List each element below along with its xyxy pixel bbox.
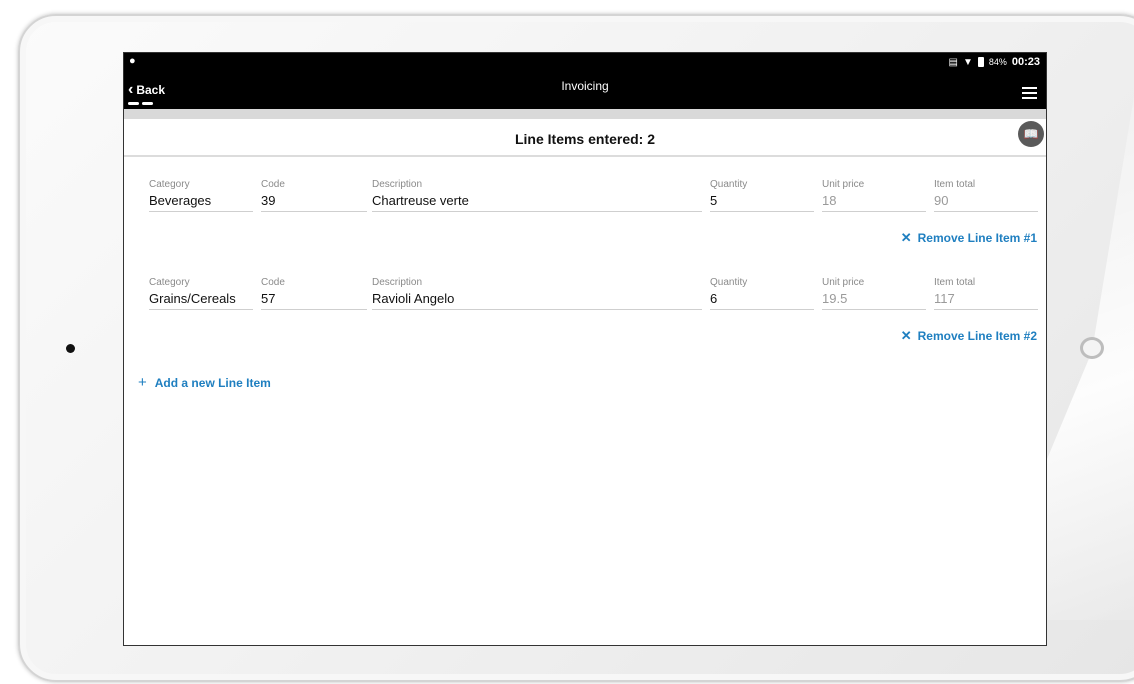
unit-price-field: Unit price 19.5 <box>822 276 926 310</box>
android-icon: ● <box>129 55 136 67</box>
line-items-count-title: Line Items entered: 2 <box>514 131 656 147</box>
close-icon: ✕ <box>900 328 912 343</box>
toolbar-divider <box>124 109 1046 119</box>
battery-icon <box>977 57 984 67</box>
app-bar: ‹ Back Invoicing <box>124 73 1046 109</box>
battery-percentage: 84% <box>988 57 1007 67</box>
book-icon[interactable]: 📖 <box>1018 121 1044 147</box>
camera-dot <box>66 344 75 353</box>
category-field[interactable]: Category Grains/Cereals <box>149 276 253 310</box>
description-field[interactable]: Description Chartreuse verte <box>372 178 702 212</box>
code-field[interactable]: Code 39 <box>261 178 367 212</box>
back-indicator <box>128 102 154 105</box>
plus-icon: + <box>138 374 147 391</box>
code-field[interactable]: Code 57 <box>261 276 367 310</box>
close-icon: ✕ <box>900 230 912 245</box>
item-total-field: Item total 117 <box>934 276 1038 310</box>
remove-line-item-1-button[interactable]: ✕ Remove Line Item #1 <box>901 230 1037 246</box>
line-item-2: Category Grains/Cereals Code 57 Descript… <box>124 276 1046 366</box>
line-item-1: Category Beverages Code 39 Description C… <box>124 178 1046 268</box>
home-button[interactable] <box>1080 337 1104 359</box>
category-field[interactable]: Category Beverages <box>149 178 253 212</box>
unit-price-field: Unit price 18 <box>822 178 926 212</box>
wifi-icon: ▼ <box>962 56 973 68</box>
quantity-field[interactable]: Quantity 6 <box>710 276 814 310</box>
quantity-field[interactable]: Quantity 5 <box>710 178 814 212</box>
status-icons: ▤ ▼ 84% 00:23 <box>948 56 1040 68</box>
description-field[interactable]: Description Ravioli Angelo <box>372 276 702 310</box>
add-line-item-button[interactable]: + Add a new Line Item <box>138 374 271 391</box>
hamburger-menu-icon[interactable] <box>1022 87 1037 99</box>
remove-line-item-2-button[interactable]: ✕ Remove Line Item #2 <box>901 328 1037 344</box>
item-total-field: Item total 90 <box>934 178 1038 212</box>
status-bar: ● ▤ ▼ 84% 00:23 <box>124 53 1046 73</box>
vibrate-icon: ▤ <box>948 56 958 68</box>
line-items-header: Line Items entered: 2 📖 <box>124 119 1046 157</box>
app-title: Invoicing <box>561 79 609 93</box>
device-screen: ● ▤ ▼ 84% 00:23 ‹ Back Invoicing Line It… <box>123 52 1047 646</box>
status-time: 00:23 <box>1011 56 1040 68</box>
